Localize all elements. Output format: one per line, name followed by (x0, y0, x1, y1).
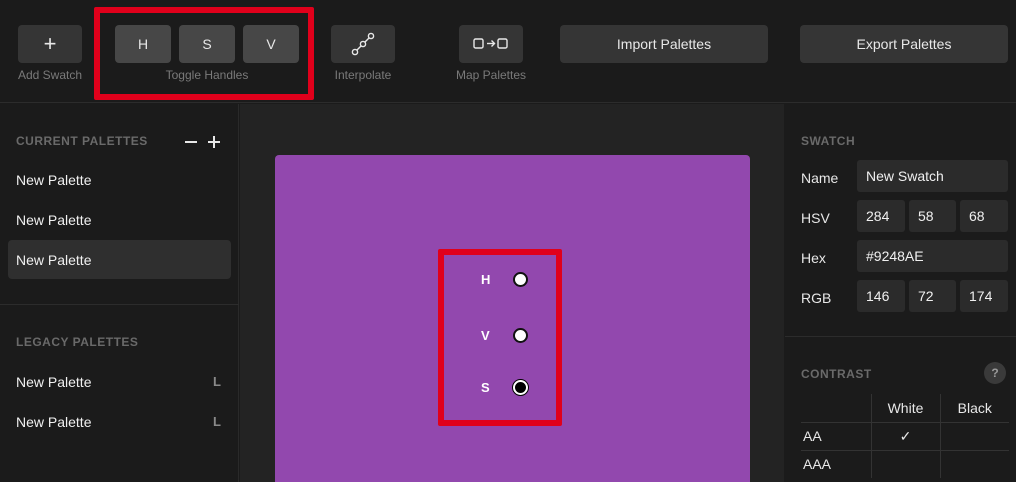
map-palettes-icon (473, 38, 508, 49)
interpolate-icon (351, 32, 375, 56)
contrast-col-white: White (870, 394, 940, 422)
contrast-row: AA ✓ (801, 421, 1009, 450)
canvas-area: H V S (240, 104, 784, 482)
current-palette-item[interactable]: New Palette (8, 200, 231, 239)
name-field[interactable]: New Swatch (857, 160, 1008, 192)
map-palettes-label: Map Palettes (455, 68, 527, 82)
map-palettes-button[interactable] (459, 25, 523, 63)
legacy-palette-item[interactable]: New Palette L (8, 362, 231, 401)
contrast-col-black: Black (939, 394, 1009, 422)
handle-label: H (481, 272, 491, 287)
blue-field[interactable]: 174 (960, 280, 1008, 312)
hex-field[interactable]: #9248AE (857, 240, 1008, 272)
contrast-cell (939, 421, 1009, 450)
swatch-panel: SWATCH Name New Swatch HSV 284 58 68 Hex… (785, 104, 1016, 482)
toggle-s-button[interactable]: S (179, 25, 235, 63)
sidebar-divider (0, 304, 239, 305)
interpolate-label: Interpolate (334, 68, 392, 82)
contrast-level: AAA (801, 449, 871, 478)
contrast-cell (939, 449, 1009, 478)
toggle-h-button[interactable]: H (115, 25, 171, 63)
handle-s[interactable]: S (481, 380, 528, 395)
toggle-handles-label: Toggle Handles (165, 68, 249, 82)
handle-dot[interactable] (513, 380, 528, 395)
handle-label: V (481, 328, 490, 343)
contrast-level: AA (801, 421, 871, 450)
rgb-label: RGB (801, 290, 832, 306)
legacy-palette-name: New Palette (16, 413, 92, 430)
add-palette-icon[interactable] (207, 135, 221, 149)
contrast-row: AAA (801, 449, 1009, 478)
toggle-v-button[interactable]: V (243, 25, 299, 63)
swatch-preview[interactable] (275, 155, 750, 482)
legacy-palettes-title: LEGACY PALETTES (16, 335, 139, 349)
name-label: Name (801, 170, 839, 186)
handle-dot[interactable] (513, 328, 528, 343)
legacy-palette-name: New Palette (16, 373, 92, 390)
palettes-sidebar: CURRENT PALETTES New Palette New Palette… (0, 104, 239, 482)
import-palettes-button[interactable]: Import Palettes (560, 25, 768, 63)
current-palette-item-selected[interactable]: New Palette (8, 240, 231, 279)
legacy-tag: L (213, 374, 221, 389)
interpolate-button[interactable] (331, 25, 395, 63)
export-palettes-button[interactable]: Export Palettes (800, 25, 1008, 63)
hue-field[interactable]: 284 (857, 200, 905, 232)
current-palettes-title: CURRENT PALETTES (16, 134, 148, 148)
help-icon[interactable]: ? (984, 362, 1006, 384)
handle-h[interactable]: H (481, 272, 528, 287)
toolbar: + Add Swatch H S V Toggle Handles Interp… (0, 0, 1016, 103)
contrast-corner (801, 394, 871, 422)
handle-label: S (481, 380, 490, 395)
contrast-title: CONTRAST (801, 367, 872, 381)
hsv-label: HSV (801, 210, 830, 226)
value-field[interactable]: 68 (960, 200, 1008, 232)
check-icon: ✓ (870, 421, 940, 450)
legacy-palette-item[interactable]: New Palette L (8, 402, 231, 441)
current-palette-item[interactable]: New Palette (8, 160, 231, 199)
contrast-header-row: White Black (801, 394, 1009, 422)
contrast-cell (870, 449, 940, 478)
saturation-field[interactable]: 58 (909, 200, 956, 232)
remove-palette-icon[interactable] (184, 135, 198, 149)
swatch-title: SWATCH (801, 134, 856, 148)
handle-v[interactable]: V (481, 328, 528, 343)
hex-label: Hex (801, 250, 826, 266)
red-field[interactable]: 146 (857, 280, 905, 312)
add-swatch-button[interactable]: + (18, 25, 82, 63)
contrast-table: White Black AA ✓ AAA (801, 394, 1009, 478)
legacy-tag: L (213, 414, 221, 429)
add-swatch-label: Add Swatch (17, 68, 83, 82)
green-field[interactable]: 72 (909, 280, 956, 312)
handle-dot[interactable] (513, 272, 528, 287)
panel-divider (785, 336, 1016, 337)
plus-icon: + (43, 31, 57, 56)
